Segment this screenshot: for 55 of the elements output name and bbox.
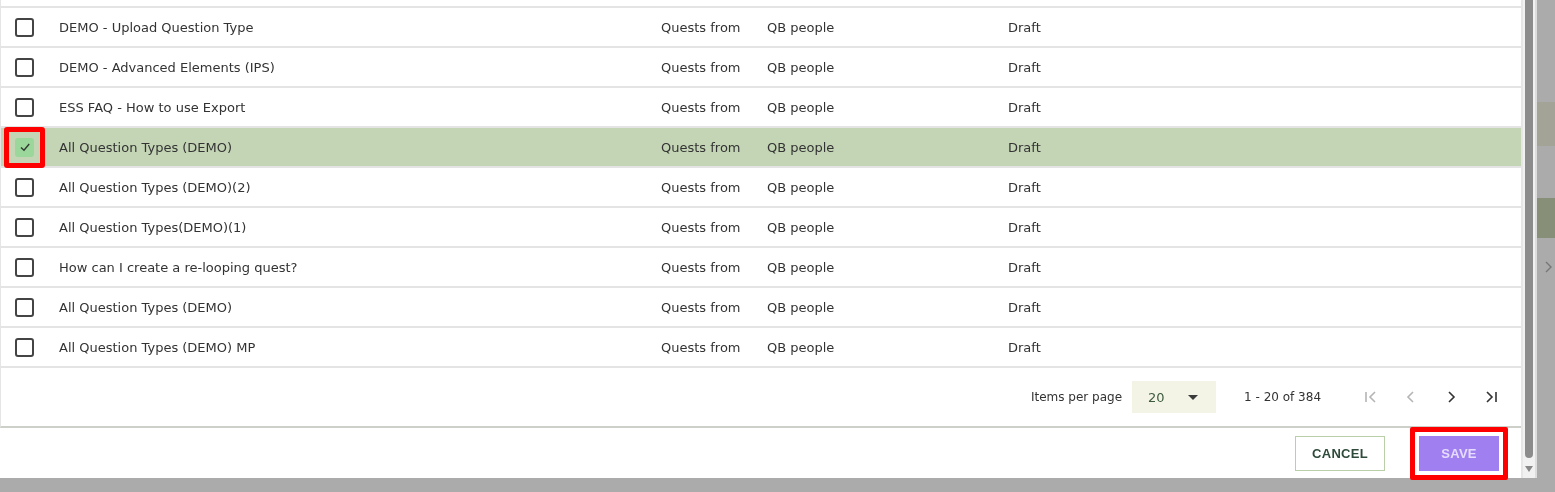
table-cell-text: How can I create a re-looping quest? <box>58 259 299 275</box>
table-cell: Draft <box>1008 139 1041 155</box>
table-cell-text: Quests from <box>661 219 742 235</box>
table-cell-text: QB people <box>767 59 836 75</box>
table-cell: Draft <box>1008 299 1041 315</box>
table-cell-text: QB people <box>767 179 836 195</box>
table-cell-text: QB people <box>767 139 836 155</box>
checkbox[interactable] <box>15 17 34 37</box>
table-cell-text: QB people <box>767 299 836 315</box>
dropdown-caret-icon <box>1188 394 1199 400</box>
table-cell-text: QB people <box>767 219 836 235</box>
scrollbar[interactable] <box>1523 0 1535 478</box>
table-cell-text: DEMO - Upload Question Type <box>58 19 255 35</box>
last-page-icon <box>1483 389 1500 405</box>
scroll-down-icon <box>1525 466 1534 472</box>
table-cell-text: Quests from <box>661 339 742 355</box>
table-cell-text: QB people <box>767 259 836 275</box>
chevron-right-icon <box>1545 261 1553 273</box>
items-per-page-label: Items per page <box>1030 390 1123 404</box>
table-cell: Draft <box>1008 219 1041 235</box>
table-cell-text: Quests from <box>661 179 742 195</box>
table-cell: Draft <box>1008 19 1041 35</box>
checkmark-icon <box>18 141 31 153</box>
table-cell-text: Quests from <box>661 99 742 115</box>
checkbox[interactable] <box>15 217 34 237</box>
table-cell: Draft <box>1008 59 1041 75</box>
table-cell-text: All Question Types (DEMO)(2) <box>58 179 252 195</box>
table-cell: Draft <box>1008 179 1041 195</box>
table-row[interactable]: All Question Types (DEMO) Quests from QB people Draft <box>1 126 1522 166</box>
page-size-select[interactable]: 20 <box>1132 381 1217 413</box>
table-cell: Draft <box>1008 99 1041 115</box>
checkbox[interactable] <box>15 97 34 117</box>
cancel-button[interactable]: CANCEL <box>1295 435 1386 471</box>
table-cell: Draft <box>1008 259 1041 275</box>
table-cell-text: QB people <box>767 19 836 35</box>
table-cell-text: All Question Types(DEMO)(1) <box>58 219 248 235</box>
table-cell-text: QB people <box>767 339 836 355</box>
table-cell-text: DEMO - Advanced Elements (IPS) <box>58 59 276 75</box>
table-cell: Draft <box>1008 339 1041 355</box>
table-cell-text: Quests from <box>661 139 742 155</box>
table-cell-text: Quests from <box>661 299 742 315</box>
page-range: 1 - 20 of 384 <box>1244 390 1322 404</box>
checkbox[interactable] <box>15 297 34 317</box>
table-cell-text: Quests from <box>661 19 742 35</box>
table-cell-text: All Question Types (DEMO) <box>58 139 234 155</box>
checkbox[interactable] <box>15 57 34 77</box>
table-cell-text: QB people <box>767 99 836 115</box>
checkbox[interactable] <box>15 337 34 357</box>
table-cell-text: Quests from <box>661 259 742 275</box>
table-cell-text: ESS FAQ - How to use Export <box>58 99 247 115</box>
table-cell-text: All Question Types (DEMO) MP <box>58 339 257 355</box>
table-cell-text: All Question Types (DEMO) <box>58 299 234 315</box>
table-cell-text: Quests from <box>661 59 742 75</box>
checkbox[interactable] <box>15 177 34 197</box>
checkbox[interactable] <box>15 257 34 277</box>
